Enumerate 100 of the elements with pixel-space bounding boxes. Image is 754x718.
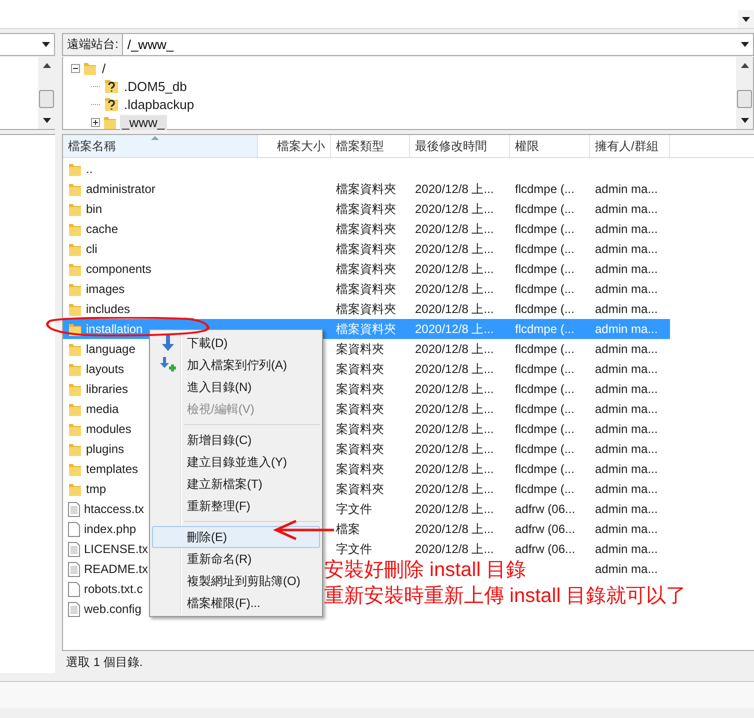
text-file-icon xyxy=(68,502,80,516)
menu-item: 檢視/編輯(V) xyxy=(186,400,256,418)
modified-time: 2020/12/8 上... xyxy=(415,480,494,498)
menu-item[interactable]: 刪除(E) xyxy=(152,526,320,548)
menu-item[interactable]: 檔案權限(F)... xyxy=(152,592,320,614)
file-name[interactable]: images xyxy=(86,282,125,296)
column-header[interactable]: 檔案類型 xyxy=(331,135,410,157)
file-name[interactable]: LICENSE.tx xyxy=(84,542,148,556)
permissions: flcdmpe (... xyxy=(515,382,574,396)
file-type: 案資料夾 xyxy=(336,360,384,378)
column-header[interactable]: 權限 xyxy=(510,135,590,157)
owner-group: admin ma... xyxy=(595,262,658,276)
permissions: flcdmpe (... xyxy=(515,262,574,276)
file-name[interactable]: libraries xyxy=(86,382,128,396)
folder-icon xyxy=(68,262,82,276)
modified-time: 2020/12/8 上... xyxy=(415,260,494,278)
file-name[interactable]: web.config xyxy=(84,602,142,616)
column-header[interactable]: 檔案名稱 xyxy=(63,135,258,157)
folder-icon xyxy=(68,402,82,416)
modified-time: 2020/12/8 上... xyxy=(415,200,494,218)
file-type: 案資料夾 xyxy=(336,420,384,438)
owner-group: admin ma... xyxy=(595,202,658,216)
folder-icon xyxy=(68,322,82,336)
permissions: adfrw (06... xyxy=(515,542,576,556)
expand-toggle[interactable] xyxy=(91,118,100,126)
modified-time: 2020/12/8 上... xyxy=(415,240,494,258)
modified-time: 2020/12/8 上... xyxy=(415,280,494,298)
scroll-thumb[interactable] xyxy=(39,90,54,108)
permissions: flcdmpe (... xyxy=(515,282,574,296)
file-name[interactable]: cache xyxy=(86,222,118,236)
tree-item[interactable]: .DOM5_db xyxy=(122,78,189,94)
tree-item[interactable]: .ldapbackup xyxy=(122,96,196,112)
menu-item[interactable]: 建立目錄並進入(Y) xyxy=(152,451,320,473)
scroll-up-icon xyxy=(740,63,748,68)
owner-group: admin ma... xyxy=(595,422,658,436)
caret-icon xyxy=(741,42,749,47)
folder-icon xyxy=(68,422,82,436)
permissions: flcdmpe (... xyxy=(515,362,574,376)
file-name[interactable]: includes xyxy=(86,302,130,316)
folder-icon xyxy=(68,242,82,256)
permissions: flcdmpe (... xyxy=(515,242,574,256)
folder-icon xyxy=(68,462,82,476)
tree-item[interactable]: _www_ xyxy=(120,114,167,130)
scrollbar[interactable] xyxy=(736,57,753,129)
file-name[interactable]: administrator xyxy=(86,182,156,196)
owner-group: admin ma... xyxy=(595,562,658,576)
menu-item[interactable]: 複製網址到剪貼簿(O) xyxy=(152,570,320,592)
file-type: 檔案資料夾 xyxy=(336,220,396,238)
menu-item[interactable]: 重新命名(R) xyxy=(152,548,320,570)
permissions: adfrw (06... xyxy=(515,502,576,516)
file-name[interactable]: media xyxy=(86,402,119,416)
owner-group: admin ma... xyxy=(595,482,658,496)
permissions: flcdmpe (... xyxy=(515,482,574,496)
download-add-icon xyxy=(160,357,176,373)
folder-icon xyxy=(68,302,82,316)
folder-icon xyxy=(68,222,82,236)
file-name[interactable]: templates xyxy=(86,462,138,476)
file-name[interactable]: modules xyxy=(86,422,132,436)
menu-item[interactable]: 進入目錄(N) xyxy=(152,376,320,398)
modified-time: 2020/12/8 上... xyxy=(415,300,494,318)
scrollbar[interactable] xyxy=(38,57,55,129)
path-field[interactable]: /_www_ xyxy=(123,33,737,56)
file-type: 檔案資料夾 xyxy=(336,200,396,218)
owner-group: admin ma... xyxy=(595,362,658,376)
file-name[interactable]: robots.txt.c xyxy=(84,582,143,596)
file-type: 檔案資料夾 xyxy=(336,280,396,298)
menu-item[interactable]: 加入檔案到佇列(A) xyxy=(152,354,320,376)
scroll-thumb[interactable] xyxy=(737,90,752,108)
menu-item[interactable]: 建立新檔案(T) xyxy=(152,473,320,495)
column-header[interactable]: 最後修改時間 xyxy=(410,135,510,157)
column-header[interactable]: 擁有人/群組 xyxy=(590,135,670,157)
file-name[interactable]: README.tx xyxy=(84,562,148,576)
tree-item[interactable]: / xyxy=(100,60,108,76)
menu-item[interactable]: 新增目錄(C) xyxy=(152,429,320,451)
menu-item[interactable]: 下載(D) xyxy=(152,332,320,354)
dropdown-button[interactable] xyxy=(738,10,754,28)
file-name[interactable]: index.php xyxy=(84,522,136,536)
file-name[interactable]: bin xyxy=(86,202,102,216)
file-name[interactable]: tmp xyxy=(86,482,106,496)
permissions: flcdmpe (... xyxy=(515,222,574,236)
file-name[interactable]: htaccess.tx xyxy=(84,502,144,516)
caret-icon xyxy=(742,16,750,22)
file-type: 案資料夾 xyxy=(336,380,384,398)
file-name[interactable]: layouts xyxy=(86,362,124,376)
dropdown-button[interactable] xyxy=(737,33,754,56)
file-type: 案資料夾 xyxy=(336,400,384,418)
collapse-toggle[interactable] xyxy=(71,64,80,72)
modified-time: 2020/12/8 上... xyxy=(415,540,494,558)
scroll-down-icon xyxy=(740,118,748,123)
file-type: 檔案資料夾 xyxy=(336,300,396,318)
file-name[interactable]: components xyxy=(86,262,152,276)
file-name[interactable]: cli xyxy=(86,242,98,256)
sort-icon xyxy=(151,136,159,140)
menu-item[interactable]: 重新整理(F) xyxy=(152,495,320,517)
file-name[interactable]: language xyxy=(86,342,136,356)
file-name[interactable]: plugins xyxy=(86,442,124,456)
column-header[interactable]: 檔案大小 xyxy=(258,135,331,157)
file-name[interactable]: .. xyxy=(86,162,93,176)
owner-group: admin ma... xyxy=(595,402,658,416)
text-file-icon xyxy=(68,562,80,576)
